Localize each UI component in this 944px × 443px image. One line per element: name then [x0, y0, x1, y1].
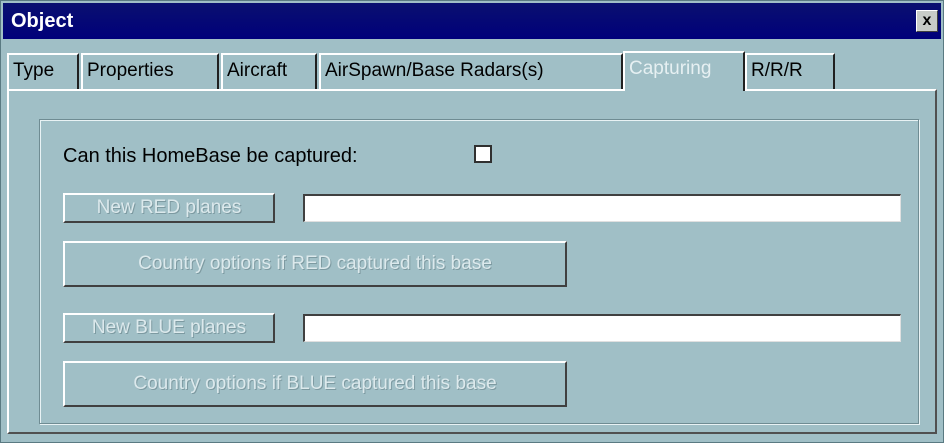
new-blue-planes-button[interactable]: New BLUE planes: [63, 313, 275, 343]
new-red-planes-field[interactable]: [303, 194, 901, 222]
object-dialog: Object x Type Properties Aircraft AirSpa…: [0, 0, 944, 443]
tab-capturing[interactable]: Capturing: [623, 51, 745, 91]
new-red-planes-button[interactable]: New RED planes: [63, 193, 275, 223]
can-capture-label: Can this HomeBase be captured:: [63, 145, 358, 167]
tab-properties[interactable]: Properties: [81, 53, 219, 89]
window-title: Object: [11, 10, 74, 32]
tab-rrr[interactable]: R/R/R: [745, 53, 835, 89]
title-bar[interactable]: Object x: [3, 3, 941, 39]
red-country-options-button[interactable]: Country options if RED captured this bas…: [63, 241, 567, 287]
tab-type[interactable]: Type: [7, 53, 79, 89]
close-icon: x: [922, 12, 932, 29]
blue-country-options-button[interactable]: Country options if BLUE captured this ba…: [63, 361, 567, 407]
close-button[interactable]: x: [916, 10, 938, 32]
tab-airspawn-base-radars[interactable]: AirSpawn/Base Radars(s): [319, 53, 623, 89]
tab-aircraft[interactable]: Aircraft: [221, 53, 317, 89]
can-capture-checkbox[interactable]: [474, 145, 492, 163]
new-blue-planes-field[interactable]: [303, 314, 901, 342]
